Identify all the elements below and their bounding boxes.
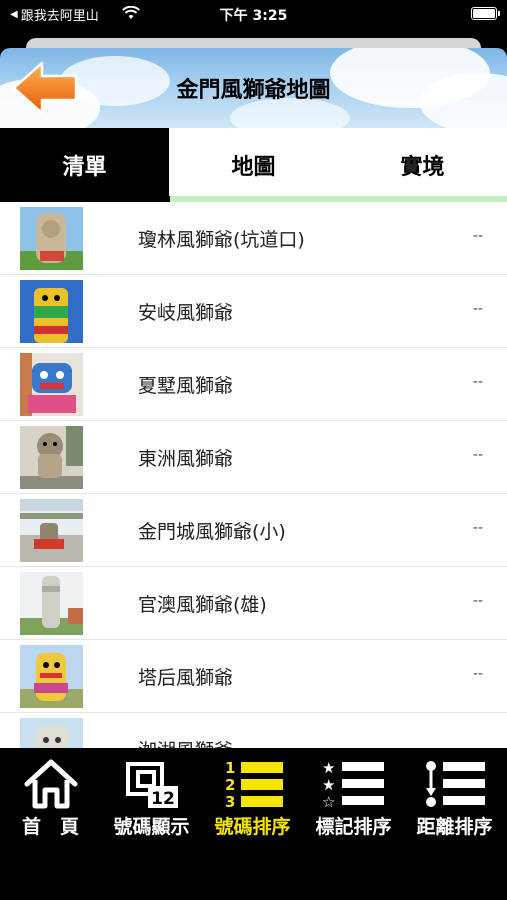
number-sort-button[interactable]: 1 2 3 號碼排序	[202, 754, 303, 844]
number-sort-icon: 1 2 3	[225, 759, 283, 810]
list-item-distance: --	[472, 447, 483, 463]
list-item-thumbnail	[20, 353, 83, 416]
list-item-distance: --	[472, 374, 483, 390]
list-item[interactable]: 瓊林風獅爺(坑道口) --	[0, 202, 507, 275]
list-item-thumbnail	[20, 426, 83, 489]
list-item-thumbnail	[20, 572, 83, 635]
svg-text:☆: ☆	[322, 793, 335, 810]
number-sort-label: 號碼排序	[214, 816, 291, 838]
status-time: 下午 3:25	[219, 8, 288, 24]
header: 金門風獅爺地圖	[0, 48, 507, 128]
number-display-label: 號碼顯示	[113, 816, 190, 838]
list-item[interactable]: 塔后風獅爺 --	[0, 640, 507, 713]
page-title: 金門風獅爺地圖	[176, 78, 331, 103]
number-display-icon: 12	[125, 762, 178, 809]
distance-list-icon	[425, 761, 485, 807]
list-item-thumbnail	[20, 280, 83, 343]
svg-text:★: ★	[322, 759, 335, 777]
list-item-distance: --	[472, 301, 483, 317]
tab-map[interactable]: 地圖	[169, 128, 338, 202]
number-sort-digit-2: 2	[225, 776, 235, 794]
mark-sort-label: 標記排序	[315, 816, 392, 838]
list-item-title: 金門城風獅爺(小)	[138, 521, 286, 543]
list-item-thumbnail	[20, 645, 83, 708]
tab-ar[interactable]: 實境	[338, 128, 507, 202]
list-item-title: 塔后風獅爺	[138, 667, 234, 689]
lion-list[interactable]: 瓊林風獅爺(坑道口) -- 安岐風獅爺 -- 夏墅風獅爺 -- 東洲風獅爺 --…	[0, 202, 507, 748]
bottom-toolbar: 首 頁 12 號碼顯示 1 2 3 號碼排序 ★ ★ ☆ 標記排序 距離排序	[0, 748, 507, 900]
list-item-distance: --	[472, 228, 483, 244]
list-item-thumbnail	[20, 718, 83, 748]
list-item[interactable]: 金門城風獅爺(小) --	[0, 494, 507, 567]
list-item-title: 瓊林風獅爺(坑道口)	[138, 229, 305, 251]
list-item-title: 夏墅風獅爺	[138, 375, 234, 397]
list-item[interactable]: 官澳風獅爺(雄) --	[0, 567, 507, 640]
status-bar: ◀ 跟我去阿里山 下午 3:25	[0, 0, 507, 30]
list-item-thumbnail	[20, 207, 83, 270]
list-item-distance: --	[472, 520, 483, 536]
star-list-icon: ★ ★ ☆	[322, 759, 384, 810]
distance-sort-label: 距離排序	[416, 816, 493, 838]
home-button[interactable]: 首 頁	[0, 754, 101, 844]
svg-text:★: ★	[322, 776, 335, 794]
home-icon	[24, 759, 77, 809]
list-item-thumbnail	[20, 499, 83, 562]
tab-list[interactable]: 清單	[0, 128, 169, 202]
list-item-distance: --	[472, 666, 483, 682]
number-display-icon-text: 12	[151, 789, 175, 809]
list-item-distance: --	[472, 593, 483, 609]
home-label: 首 頁	[21, 816, 79, 838]
list-item-title: 東洲風獅爺	[138, 448, 234, 470]
list-item-title: 洳湖風獅爺	[138, 736, 233, 748]
distance-sort-button[interactable]: 距離排序	[404, 754, 505, 844]
list-item[interactable]: 東洲風獅爺 --	[0, 421, 507, 494]
list-item[interactable]: 夏墅風獅爺 --	[0, 348, 507, 421]
mark-sort-button[interactable]: ★ ★ ☆ 標記排序	[303, 754, 404, 844]
list-item[interactable]: 洳湖風獅爺	[0, 713, 507, 748]
battery-icon	[471, 7, 500, 20]
list-item[interactable]: 安岐風獅爺 --	[0, 275, 507, 348]
number-sort-digit-1: 1	[225, 759, 235, 777]
list-item-title: 安岐風獅爺	[138, 302, 234, 324]
number-display-button[interactable]: 12 號碼顯示	[101, 754, 202, 844]
number-sort-digit-3: 3	[225, 793, 235, 810]
tab-bar: 清單 地圖 實境	[0, 128, 507, 202]
list-item-title: 官澳風獅爺(雄)	[138, 594, 267, 616]
